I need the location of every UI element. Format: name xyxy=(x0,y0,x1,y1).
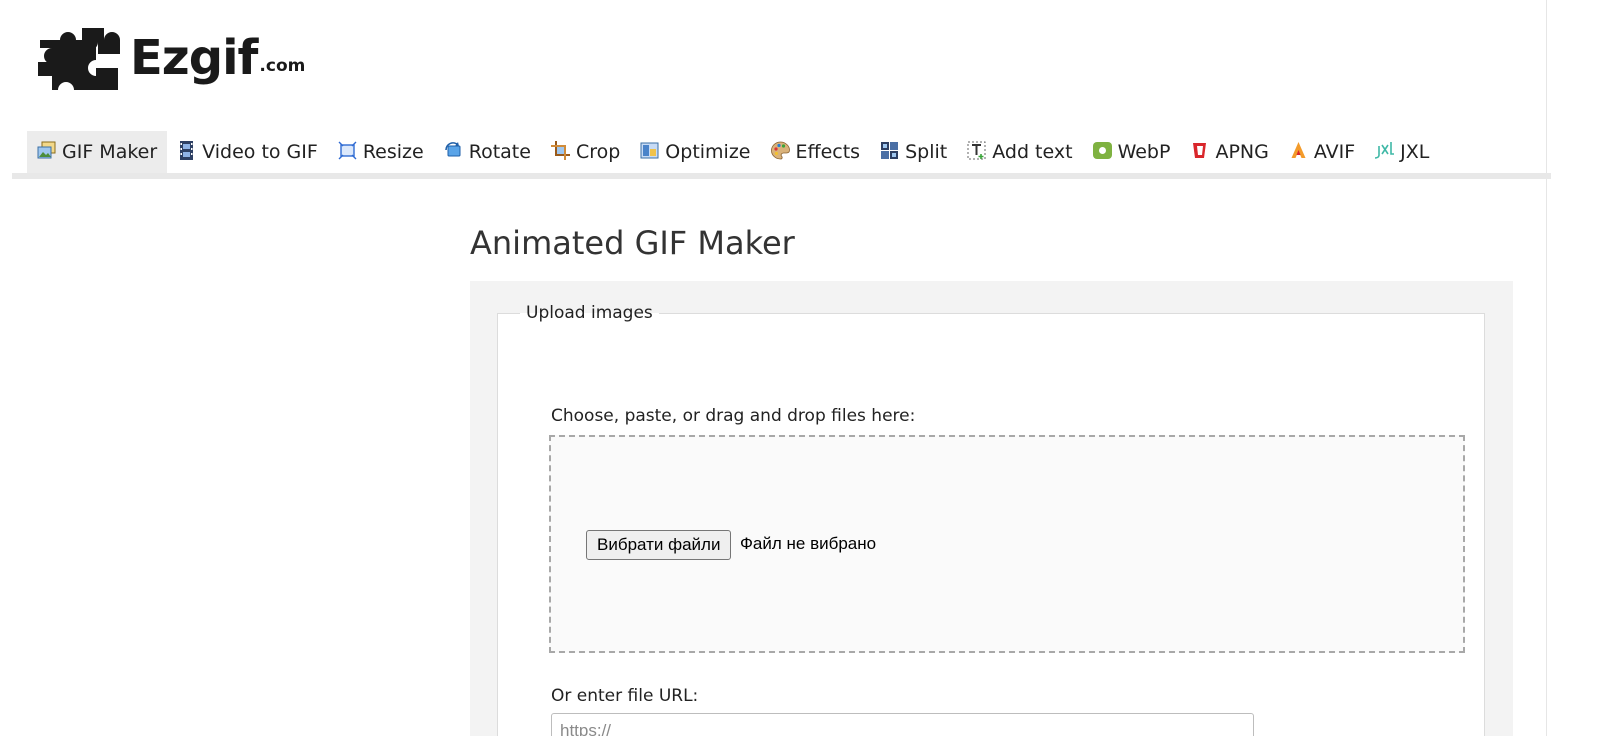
nav-item-label: Split xyxy=(905,141,948,163)
nav-item-label: Resize xyxy=(362,141,424,163)
add-text-icon xyxy=(967,141,986,159)
nav-item-label: WebP xyxy=(1117,141,1171,163)
ezgif-logo[interactable]: Ezgif .com xyxy=(38,18,305,90)
nav-item-add-text[interactable]: Add text xyxy=(957,131,1082,173)
upload-fieldset: Upload images Choose, paste, or drag and… xyxy=(497,303,1485,736)
nav-item-gif-maker[interactable]: GIF Maker xyxy=(27,131,168,173)
nav-item-label: Add text xyxy=(992,141,1073,163)
apng-icon xyxy=(1193,142,1207,158)
nav-item-split[interactable]: Split xyxy=(870,131,957,173)
nav-item-jxl[interactable]: JXL xyxy=(1365,131,1439,173)
page: Ezgif .com GIF Maker Video to GIF Resize… xyxy=(0,0,1600,736)
crop-icon xyxy=(550,140,570,160)
nav-item-effects[interactable]: Effects xyxy=(761,131,871,173)
nav-item-apng[interactable]: APNG xyxy=(1180,131,1278,173)
jxl-icon xyxy=(1375,141,1395,159)
nav-item-label: Effects xyxy=(795,141,861,163)
nav-item-crop[interactable]: Crop xyxy=(541,131,630,173)
file-dropzone[interactable]: Вибрати файли Файл не вибрано xyxy=(549,435,1465,653)
file-selection-status: Файл не вибрано xyxy=(740,534,877,553)
logo-wordmark: Ezgif xyxy=(130,30,258,86)
logo-domain-suffix: .com xyxy=(259,56,306,76)
nav-item-resize[interactable]: Resize xyxy=(328,131,434,173)
nav-item-rotate[interactable]: Rotate xyxy=(434,131,541,173)
choose-files-button[interactable]: Вибрати файли xyxy=(586,530,732,560)
rotate-icon xyxy=(444,141,461,156)
nav-item-label: Rotate xyxy=(468,141,531,163)
upload-legend: Upload images xyxy=(526,303,653,323)
palette-icon xyxy=(770,141,790,159)
nav-item-label: Optimize xyxy=(665,141,751,163)
file-url-label: Or enter file URL: xyxy=(551,686,699,706)
nav-item-avif[interactable]: AVIF xyxy=(1279,131,1365,173)
nav-item-webp[interactable]: WebP xyxy=(1083,131,1181,173)
resize-icon xyxy=(338,141,357,159)
puzzle-logo-icon xyxy=(38,28,120,90)
avif-icon xyxy=(1291,141,1306,158)
nav-item-label: Crop xyxy=(575,141,621,163)
nav-item-label: Video to GIF xyxy=(202,141,318,163)
file-url-input[interactable] xyxy=(551,713,1254,736)
film-icon xyxy=(180,140,194,160)
nav-item-label: APNG xyxy=(1215,141,1269,163)
main-panel: Upload images Choose, paste, or drag and… xyxy=(470,281,1513,736)
main-nav: GIF Maker Video to GIF Resize Rotate Cro… xyxy=(12,131,1551,179)
gif-maker-icon xyxy=(37,141,56,158)
nav-item-label: AVIF xyxy=(1313,141,1356,163)
choose-files-label: Choose, paste, or drag and drop files he… xyxy=(551,406,916,426)
nav-item-label: JXL xyxy=(1400,141,1430,163)
page-title: Animated GIF Maker xyxy=(470,224,795,262)
nav-item-optimize[interactable]: Optimize xyxy=(630,131,760,173)
webp-icon xyxy=(1092,141,1112,159)
nav-item-video-to-gif[interactable]: Video to GIF xyxy=(167,131,328,173)
page-edge-divider xyxy=(1546,0,1547,736)
nav-item-label: GIF Maker xyxy=(62,141,158,163)
optimize-icon xyxy=(640,142,659,158)
split-icon xyxy=(881,141,899,159)
